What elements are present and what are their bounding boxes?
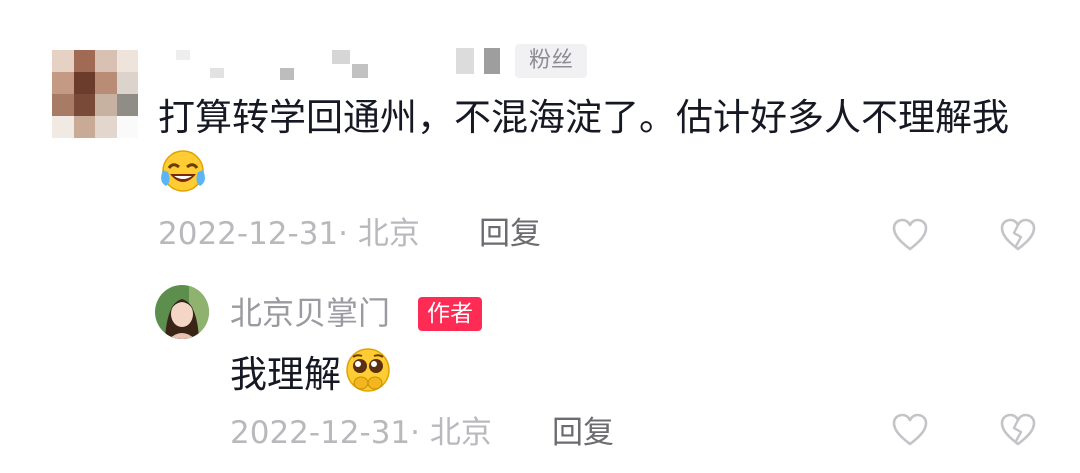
author-avatar[interactable] <box>155 285 209 339</box>
reply-date: 2022-12-31 <box>230 415 411 451</box>
heart-outline-icon[interactable] <box>890 410 930 450</box>
laughing-crying-emoji <box>160 148 206 210</box>
broken-heart-icon[interactable] <box>998 410 1038 450</box>
heart-outline-icon[interactable] <box>890 215 930 255</box>
comment-meta: 2022-12-31· 北京 <box>158 214 420 254</box>
comment-text-content: 打算转学回通州，不混海淀了。估计好多人不理解我 <box>158 96 1009 139</box>
broken-heart-icon[interactable] <box>998 215 1038 255</box>
commenter-name-masked[interactable] <box>172 44 512 84</box>
comment-date: 2022-12-31 <box>158 216 339 252</box>
reply-text[interactable]: 我理解 <box>230 345 393 411</box>
commenter-avatar[interactable] <box>52 50 138 138</box>
reply-meta: 2022-12-31· 北京 <box>230 413 492 453</box>
fan-badge: 粉丝 <box>515 44 588 78</box>
comment-text[interactable]: 打算转学回通州，不混海淀了。估计好多人不理解我 <box>158 90 1038 210</box>
author-badge: 作者 <box>418 297 482 331</box>
reply-text-content: 我理解 <box>230 353 341 396</box>
author-name[interactable]: 北京贝掌门 <box>230 293 390 333</box>
reply-location: · 北京 <box>410 415 492 451</box>
comment-thread: 粉丝 打算转学回通州，不混海淀了。估计好多人不理解我 2022-12-31· 北… <box>0 0 1080 473</box>
reply-button[interactable]: 回复 <box>479 214 541 254</box>
reply-reply-button[interactable]: 回复 <box>552 413 614 453</box>
comment-location: · 北京 <box>338 216 420 252</box>
pleading-face-emoji <box>343 345 393 411</box>
